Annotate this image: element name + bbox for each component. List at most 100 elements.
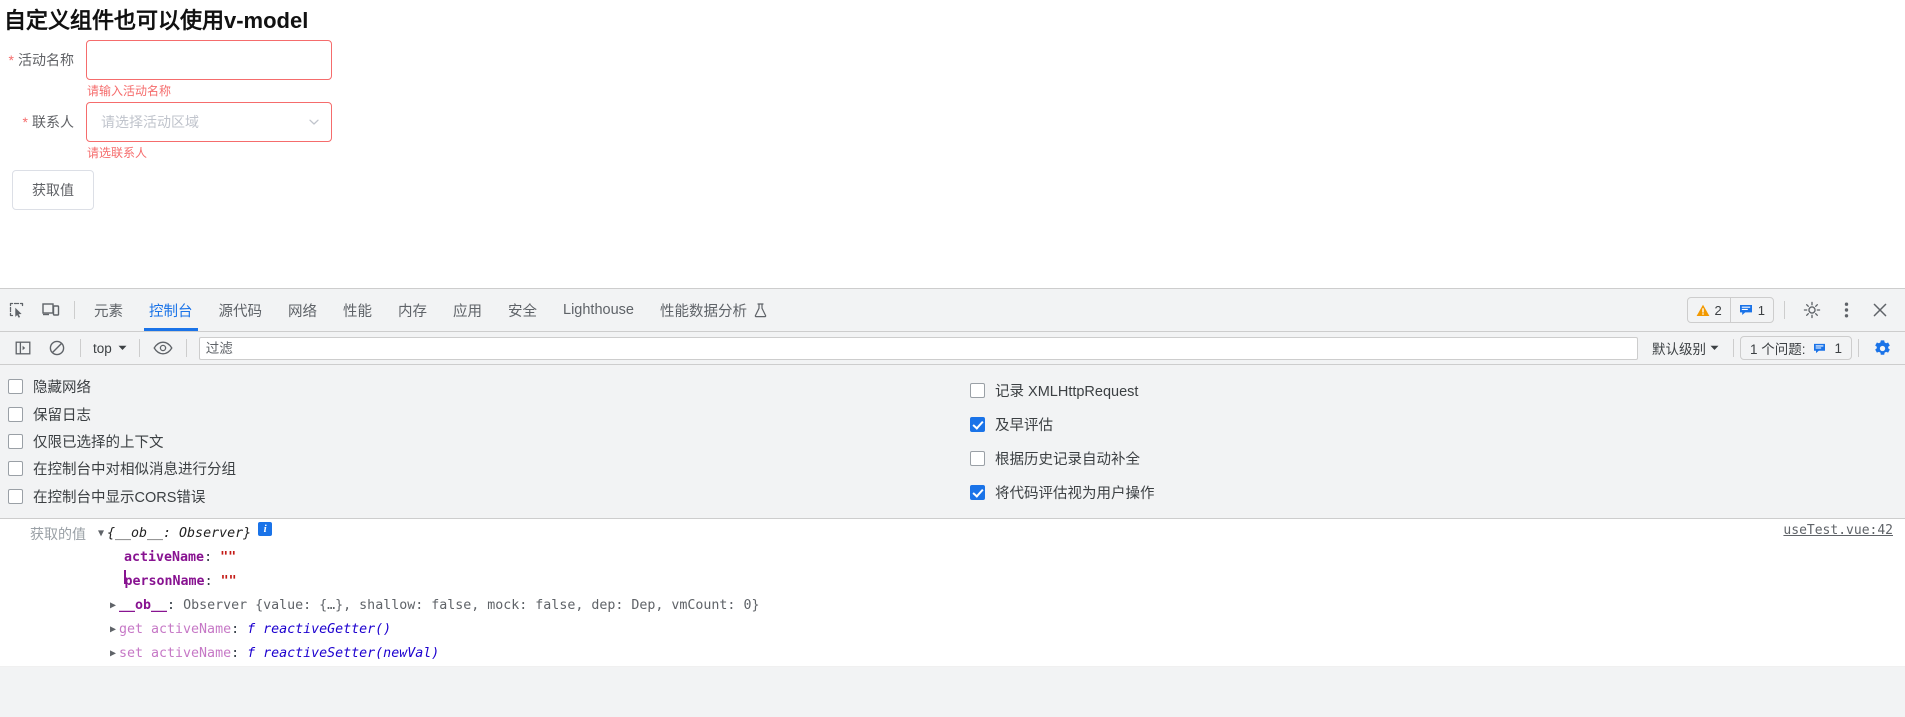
contact-select-placeholder: 请选择活动区域 [101,114,199,130]
console-level-label: 默认级别 [1651,342,1706,357]
info-icon[interactable]: i [258,522,273,536]
setting-group-similar[interactable]: 在控制台中对相似消息进行分组 [8,455,960,482]
expand-triangle-icon[interactable]: ▶ [107,594,119,618]
property-name[interactable]: set activeName [119,642,231,666]
device-toolbar-icon[interactable] [34,293,68,327]
toolbar-divider [74,301,75,319]
gear-icon[interactable] [1795,293,1829,327]
property-name[interactable]: activeName [124,546,204,570]
object-summary: {__ob__: Observer} [107,526,252,541]
issues-count: 1 [1834,340,1842,356]
form-row-contact: * 联系人 请选择活动区域 请选联系人 [0,102,1905,162]
property-value: "" [220,574,237,589]
tab-performance[interactable]: 性能 [330,289,385,331]
execution-context-selector[interactable]: top [87,341,133,356]
error-message-contact: 请选联系人 [87,146,148,160]
close-icon[interactable] [1863,293,1897,327]
setting-label: 在控制台中对相似消息进行分组 [33,462,236,479]
tab-application[interactable]: 应用 [440,289,495,331]
flask-icon [754,302,767,318]
chevron-down-icon [1710,345,1719,351]
expand-triangle-icon[interactable]: ▶ [107,618,119,642]
tab-sources[interactable]: 源代码 [206,289,276,331]
message-counter[interactable]: 1 [1729,298,1773,322]
console-sidebar-icon[interactable] [6,331,40,365]
checkbox[interactable] [970,416,985,432]
tab-lighthouse[interactable]: Lighthouse [550,289,647,331]
console-output: useTest.vue:42 获取的值 ▼ {__ob__: Observer}… [0,519,1905,667]
console-filter-bar: top 默认级别 1 个问题: [0,332,1905,365]
clear-console-icon[interactable] [40,331,74,365]
field-wrap-activity-name: 请输入活动名称 [86,40,332,100]
property-name[interactable]: personName [125,570,205,594]
tab-security[interactable]: 安全 [495,289,550,331]
devtools-tabbar: 元素 控制台 源代码 网络 性能 内存 应用 安全 Lighthouse 性能数… [0,289,1905,332]
live-expression-eye-icon[interactable] [146,331,180,365]
toolbar-divider [80,339,81,357]
console-settings-gear-icon[interactable] [1865,331,1899,365]
kebab-menu-icon[interactable] [1829,293,1863,327]
checkbox[interactable] [970,485,985,501]
form-label-text: 活动名称 [18,52,74,68]
checkbox[interactable] [970,451,985,467]
setting-label: 保留日志 [33,407,91,424]
tab-network[interactable]: 网络 [275,289,330,331]
setting-eager-evaluation[interactable]: 及早评估 [970,407,1905,441]
checkbox[interactable] [8,406,23,422]
property-name[interactable]: __ob__ [119,594,167,618]
devtools-panel: 元素 控制台 源代码 网络 性能 内存 应用 安全 Lighthouse 性能数… [0,288,1905,717]
checkbox[interactable] [8,488,23,504]
console-settings-pane: 隐藏网络 保留日志 仅限已选择的上下文 在控制台中对相似消息进行分组 在控制台中… [0,365,1905,519]
get-value-button[interactable]: 获取值 [12,170,94,210]
setting-hide-network[interactable]: 隐藏网络 [8,373,960,400]
inspect-element-icon[interactable] [0,293,34,327]
console-source-link[interactable]: useTest.vue:42 [1783,523,1893,538]
object-property-ob: ▶ __ob__: Observer {value: {…}, shallow:… [0,594,1905,618]
property-name[interactable]: get activeName [119,618,231,642]
object-property-activename: activeName: "" [0,546,1905,570]
console-settings-right-column: 记录 XMLHttpRequest 及早评估 根据历史记录自动补全 将代码评估视… [960,373,1905,510]
property-separator: : [167,598,184,613]
setting-evaluate-as-user-action[interactable]: 将代码评估视为用户操作 [970,476,1905,510]
contact-select[interactable]: 请选择活动区域 [86,102,332,142]
property-separator: : [204,550,221,565]
tab-label: 控制台 [149,303,193,320]
app-page-area: 自定义组件也可以使用v-model * 活动名称 请输入活动名称 * 联系人 请选择… [0,0,1905,288]
setting-log-xmlhttprequest[interactable]: 记录 XMLHttpRequest [970,373,1905,407]
tab-console[interactable]: 控制台 [136,289,206,331]
execution-context-label: top [93,340,112,356]
warning-counter[interactable]: 2 [1688,298,1730,322]
checkbox[interactable] [970,382,985,398]
required-asterisk-icon: * [8,52,14,68]
tab-label: 内存 [398,303,427,320]
setting-label: 根据历史记录自动补全 [995,452,1140,469]
checkbox[interactable] [8,379,23,395]
console-level-selector[interactable]: 默认级别 [1644,338,1727,358]
checkbox[interactable] [8,434,23,450]
property-value: "" [220,550,237,565]
tab-elements[interactable]: 元素 [81,289,136,331]
console-filter-input[interactable] [198,336,1638,360]
tab-performance-insights[interactable]: 性能数据分析 [647,289,780,331]
chevron-down-icon [307,103,321,141]
checkbox[interactable] [8,461,23,477]
setting-selected-context-only[interactable]: 仅限已选择的上下文 [8,428,960,455]
chevron-down-icon [118,345,127,351]
expand-triangle-icon[interactable]: ▼ [95,522,107,546]
expand-triangle-icon[interactable]: ▶ [107,642,119,666]
toolbar-divider [1784,301,1785,319]
tab-memory[interactable]: 内存 [385,289,440,331]
tab-label: 性能 [343,303,372,320]
property-value: f reactiveSetter(newVal) [247,646,440,661]
setting-label: 仅限已选择的上下文 [33,435,164,452]
object-property-set-activename: ▶ set activeName: f reactiveSetter(newVa… [0,642,1905,666]
issues-badge[interactable]: 1 个问题: 1 [1739,336,1852,360]
setting-preserve-log[interactable]: 保留日志 [8,400,960,427]
form-label-contact: * 联系人 [0,102,86,142]
setting-show-cors-errors[interactable]: 在控制台中显示CORS错误 [8,483,960,510]
setting-autocomplete-from-history[interactable]: 根据历史记录自动补全 [970,442,1905,476]
activity-name-input[interactable] [86,40,332,80]
devtools-tabbar-actions: 2 1 [1686,293,1905,327]
issue-counters: 2 1 [1686,297,1774,323]
toolbar-divider [138,339,140,357]
